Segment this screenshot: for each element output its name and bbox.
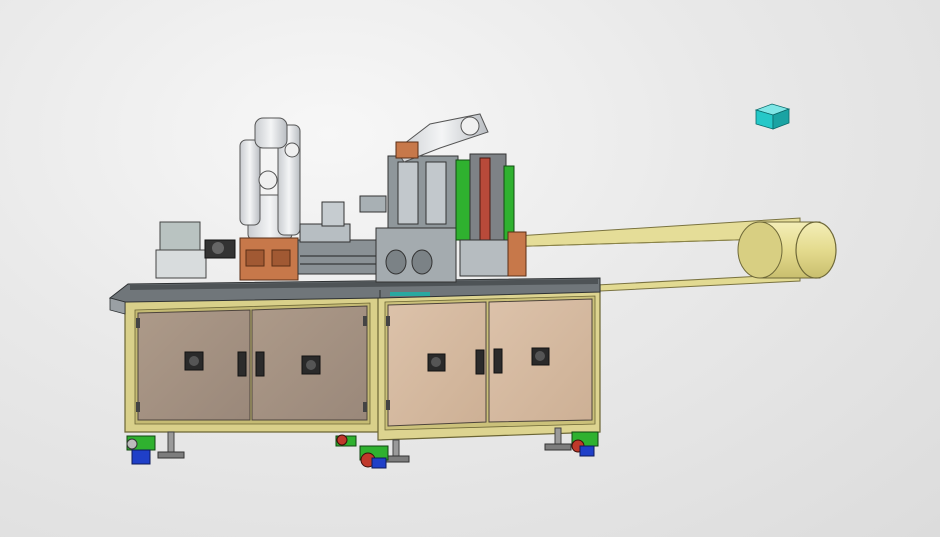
caster-back-middle bbox=[335, 434, 357, 447]
view-cube[interactable] bbox=[754, 103, 791, 130]
caster-wheels bbox=[126, 431, 599, 469]
cad-viewport[interactable] bbox=[0, 0, 940, 537]
caster-front-left bbox=[126, 435, 156, 465]
cabinet-left bbox=[124, 289, 381, 433]
assembly-machine-drawing bbox=[108, 103, 837, 469]
caster-front-right bbox=[571, 431, 599, 457]
caster-front-middle bbox=[359, 445, 389, 469]
left-robot-arm bbox=[155, 117, 301, 281]
right-station bbox=[375, 113, 527, 283]
conveyor-roller bbox=[737, 221, 837, 279]
cabinet-right bbox=[377, 284, 601, 441]
central-fixtures bbox=[297, 195, 387, 275]
